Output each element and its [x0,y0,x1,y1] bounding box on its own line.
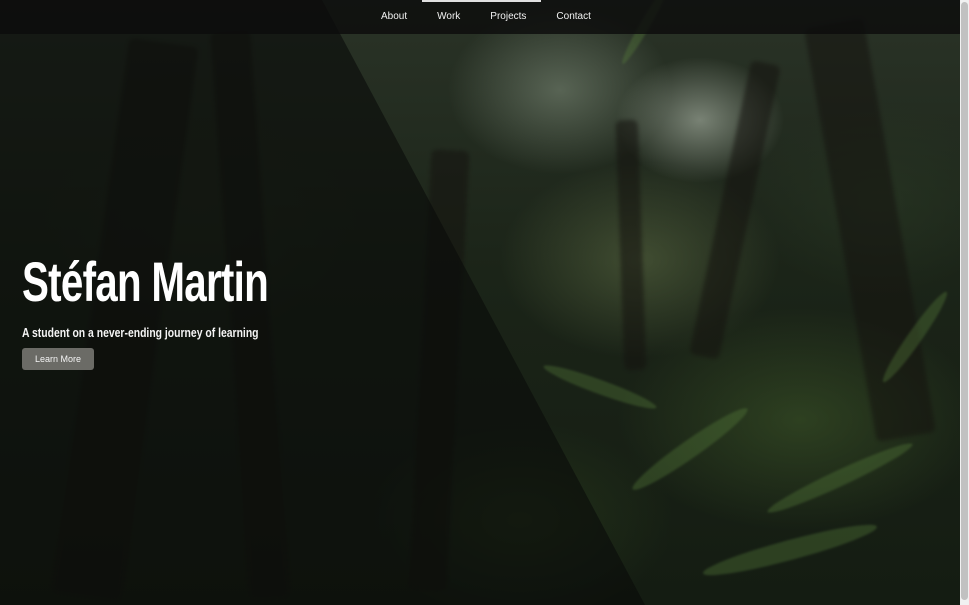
nav-menu: About Work Projects Contact [366,0,606,34]
hero-subtitle: A student on a never-ending journey of l… [22,325,259,340]
tree-trunk [615,119,647,371]
nav-item-projects[interactable]: Projects [475,0,542,34]
tree-trunk [689,60,781,360]
foliage [700,517,880,583]
foliage [764,436,916,520]
learn-more-button[interactable]: Learn More [22,348,94,370]
tree-trunk [803,17,937,443]
nav-item-about[interactable]: About [366,0,422,34]
scrollbar-thumb[interactable] [961,2,968,600]
foliage [627,401,753,497]
nav-item-work[interactable]: Work [422,0,476,34]
nav-item-contact[interactable]: Contact [541,0,605,34]
hero-title: Stéfan Martin [22,250,269,313]
top-navbar: About Work Projects Contact [0,0,960,34]
